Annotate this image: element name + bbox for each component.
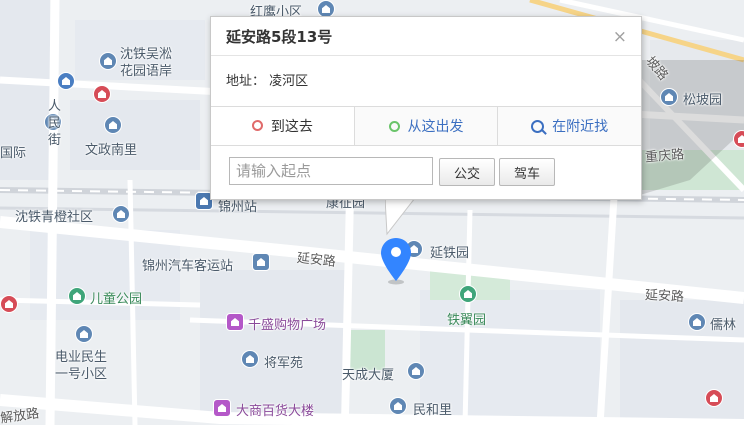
map-canvas[interactable]: 红鹰小区 沈铁吴淞 花园语岸 人 民 街 文政南里 国际 锦州站 康征园 沈铁青…	[0, 0, 744, 425]
building-icon	[688, 313, 706, 331]
start-point-input[interactable]	[229, 157, 433, 185]
drive-route-button[interactable]: 驾车	[499, 158, 555, 186]
poi-label-jiangjun[interactable]: 将军苑	[264, 352, 303, 371]
poi-label-minhe[interactable]: 民和里	[413, 399, 452, 418]
tab-go-here[interactable]: 到这去	[211, 107, 354, 145]
shopping-icon	[213, 399, 231, 417]
tab-start-here[interactable]: 从这出发	[353, 107, 498, 145]
hospital-icon	[93, 85, 111, 103]
poi-label-qiansheng[interactable]: 千盛购物广场	[248, 314, 326, 333]
copyright-icon	[57, 72, 75, 90]
poi-label-bus-station[interactable]: 锦州汽车客运站	[142, 255, 233, 274]
building-icon	[241, 350, 259, 368]
hospital-icon	[705, 389, 723, 407]
address-label: 地址：	[226, 74, 266, 89]
poi-label-songpo[interactable]: 松坡园	[683, 89, 722, 108]
poi-label-shentie-wusong[interactable]: 沈铁吴淞 花园语岸	[120, 46, 172, 80]
tab-label: 在附近找	[552, 119, 609, 135]
park-icon	[68, 287, 86, 305]
tab-search-nearby[interactable]: 在附近找	[497, 107, 642, 145]
location-marker-icon[interactable]	[378, 236, 414, 286]
road-label-yanan-1: 延安路	[296, 250, 337, 270]
address-value: 凌河区	[269, 74, 309, 89]
tab-label: 从这出发	[407, 119, 464, 135]
close-icon[interactable]: ×	[613, 27, 627, 47]
info-window-title: 延安路5段13号	[226, 28, 333, 46]
road-label-chongqing: 重庆路	[644, 147, 685, 166]
building-icon	[75, 325, 93, 343]
bus-station-icon	[252, 253, 270, 271]
search-icon	[531, 119, 545, 133]
building-icon	[660, 88, 678, 106]
park-icon	[459, 285, 477, 303]
origin-icon	[388, 120, 400, 132]
bus-route-button[interactable]: 公交	[439, 158, 495, 186]
building-icon	[389, 397, 407, 415]
poi-label-tiancheng[interactable]: 天成大厦	[342, 364, 394, 383]
hospital-icon	[0, 295, 18, 313]
road-label-yanan-2: 延安路	[644, 287, 685, 306]
hospital-icon	[733, 130, 744, 148]
building-icon	[99, 52, 117, 70]
building-icon	[112, 205, 130, 223]
info-window-tail	[385, 198, 416, 236]
tab-label: 到这去	[270, 118, 313, 135]
building-icon	[104, 116, 122, 134]
poi-label-dashang[interactable]: 大商百货大楼	[236, 400, 314, 419]
poi-label-rulin[interactable]: 儒林	[710, 314, 736, 333]
road-label-renmin: 人 民 街	[48, 99, 62, 148]
road-label-jiefang: 解放路	[0, 406, 41, 425]
poi-label-tiepu[interactable]: 铁翼园	[447, 309, 486, 328]
shopping-icon	[226, 313, 244, 331]
poi-label-guoji[interactable]: 国际	[0, 142, 26, 161]
route-tabs: 到这去 从这出发 在附近找	[211, 106, 642, 146]
info-window: 延安路5段13号 × 地址： 凌河区 到这去 从这出发 在附近找 公交 驾车	[210, 16, 642, 200]
address-row: 地址： 凌河区	[226, 70, 308, 89]
divider	[211, 55, 641, 56]
building-icon	[407, 362, 425, 380]
poi-label-yantie[interactable]: 延铁园	[430, 242, 469, 261]
poi-label-ertong-park[interactable]: 儿童公园	[90, 288, 142, 307]
poi-label-dianye[interactable]: 电业民生 一号小区	[55, 349, 107, 383]
poi-label-wenzheng[interactable]: 文政南里	[85, 139, 137, 158]
destination-icon	[251, 120, 263, 131]
poi-label-shentie-qingcheng[interactable]: 沈铁青橙社区	[15, 206, 93, 225]
